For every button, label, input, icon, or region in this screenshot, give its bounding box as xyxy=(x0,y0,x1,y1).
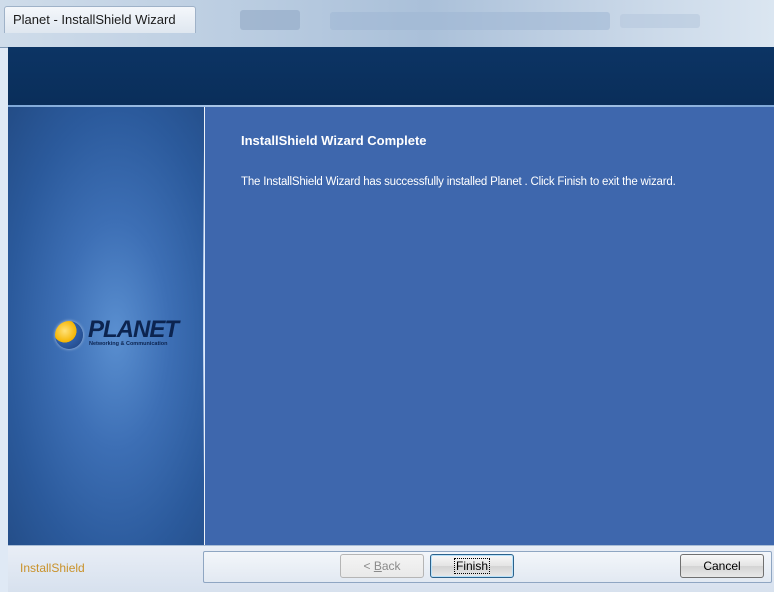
finish-button[interactable]: Finish xyxy=(430,554,514,578)
window-title-tab[interactable]: Planet - InstallShield Wizard xyxy=(4,6,196,33)
back-rest: ack xyxy=(381,559,401,573)
back-mnemonic: B xyxy=(373,559,382,573)
content-panel xyxy=(205,107,774,545)
panel-divider xyxy=(203,150,205,480)
background-blur xyxy=(330,12,610,30)
globe-icon xyxy=(55,321,83,349)
background-blur xyxy=(240,10,300,30)
header-band xyxy=(8,47,774,105)
back-button[interactable]: < Back xyxy=(340,554,424,578)
title-bar: Planet - InstallShield Wizard xyxy=(0,0,774,48)
page-heading: InstallShield Wizard Complete xyxy=(241,133,427,148)
finish-label: Finish xyxy=(453,558,490,574)
planet-logo: PLANET Networking & Communication xyxy=(55,316,185,352)
back-prefix: < xyxy=(363,559,374,573)
window-title: Planet - InstallShield Wizard xyxy=(13,12,176,27)
background-blur xyxy=(620,14,700,28)
cancel-button[interactable]: Cancel xyxy=(680,554,764,578)
logo-name: PLANET xyxy=(88,316,179,343)
installshield-brand: InstallShield xyxy=(20,561,85,575)
logo-tagline: Networking & Communication xyxy=(89,341,168,347)
button-row: < Back Finish Cancel xyxy=(203,551,772,583)
completion-message: The InstallShield Wizard has successfull… xyxy=(241,176,676,188)
cancel-label: Cancel xyxy=(703,559,741,573)
